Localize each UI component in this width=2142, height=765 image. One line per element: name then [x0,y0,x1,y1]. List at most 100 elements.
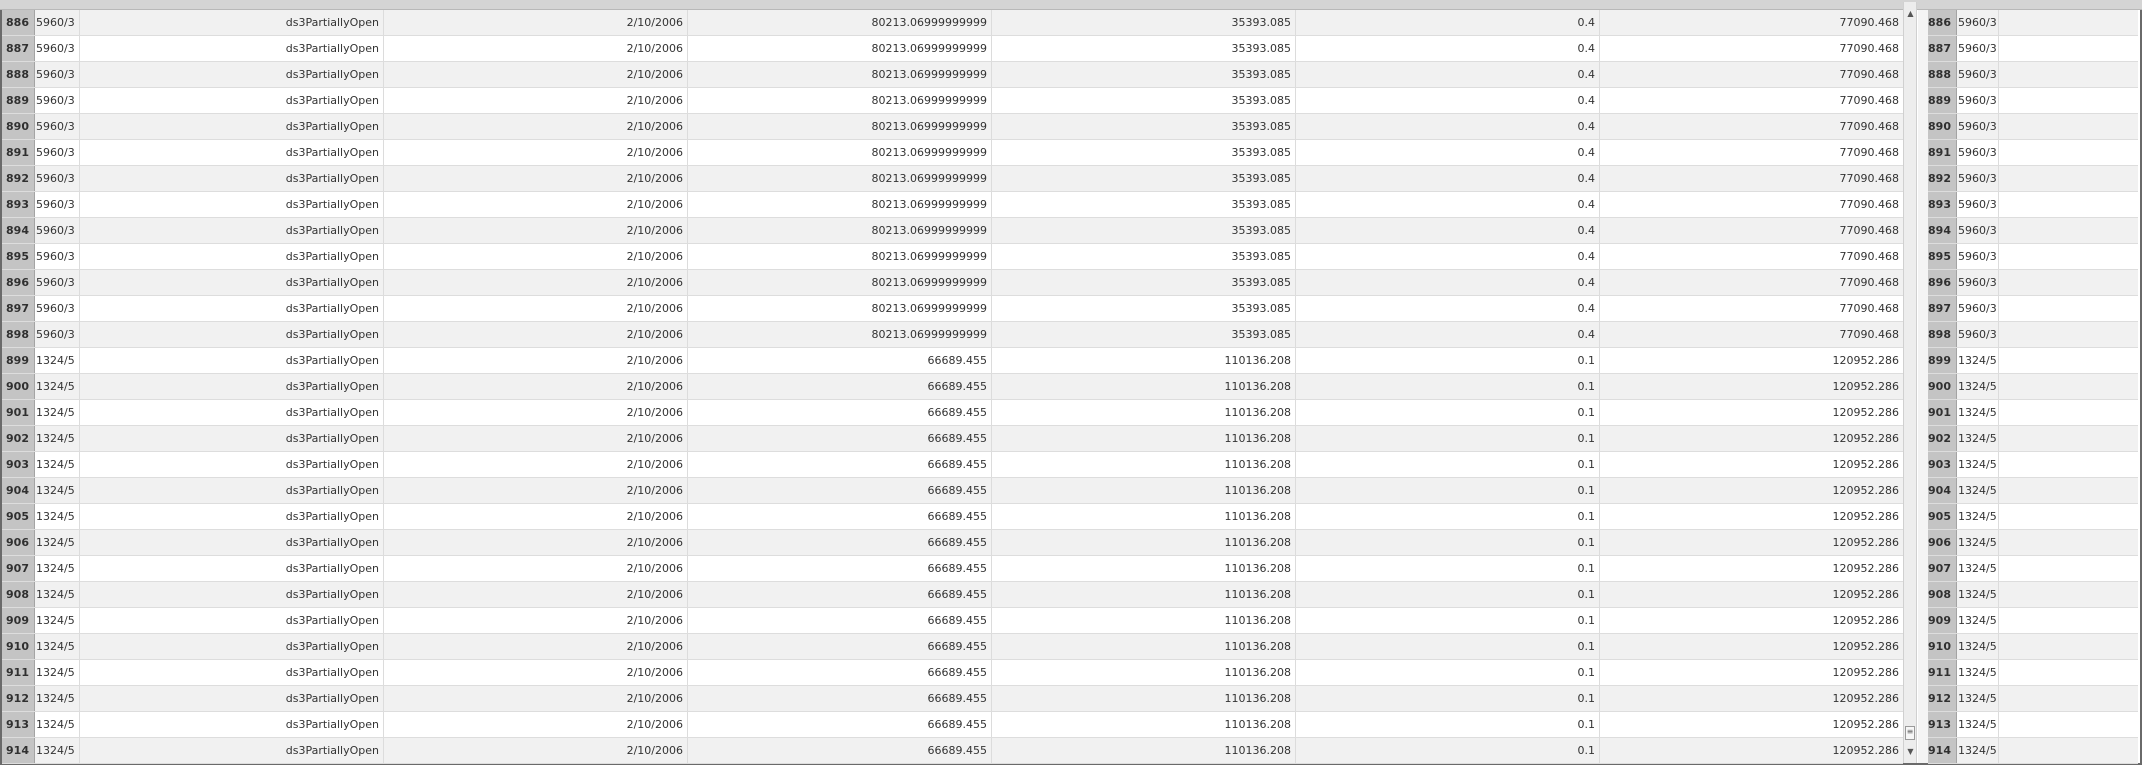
table-row[interactable]: 892 5960/3 [1928,166,2138,192]
value-cell-2[interactable]: 110136.208 [991,712,1295,737]
value-cell-2[interactable]: 110136.208 [991,504,1295,529]
table-row[interactable]: 905 1324/5 ds3PartiallyOpen 2/10/2006 66689.… [2,504,1903,530]
date-cell[interactable]: 2/10/2006 [383,608,687,633]
scroll-up-icon[interactable]: ▲ [1905,8,1916,20]
value-cell-3[interactable]: 0.1 [1295,478,1599,503]
status-cell[interactable]: ds3PartiallyOpen [79,296,383,321]
row-number[interactable]: 894 [2,218,35,243]
id-cell[interactable]: 5960/3 [35,36,79,61]
id-cell[interactable]: 1324/5 [35,634,79,659]
value-cell-3[interactable]: 0.4 [1295,140,1599,165]
status-cell[interactable]: ds3PartiallyOpen [79,140,383,165]
value-cell-3[interactable]: 0.4 [1295,88,1599,113]
id-cell[interactable]: 1324/5 [35,608,79,633]
row-number[interactable]: 904 [2,478,35,503]
row-number[interactable]: 892 [1928,166,1957,191]
id-cell[interactable]: 5960/3 [1957,10,1998,35]
id-cell[interactable]: 5960/3 [1957,218,1998,243]
row-number[interactable]: 899 [2,348,35,373]
value-cell-4[interactable]: 120952.286 [1599,504,1903,529]
status-cell[interactable]: ds3PartiallyOpen [79,114,383,139]
id-cell[interactable]: 1324/5 [35,478,79,503]
id-cell[interactable]: 5960/3 [1957,244,1998,269]
empty-cell[interactable] [1998,88,2138,113]
value-cell-3[interactable]: 0.1 [1295,426,1599,451]
table-row[interactable]: 886 5960/3 ds3PartiallyOpen 2/10/2006 80213.… [2,10,1903,36]
row-number[interactable]: 896 [2,270,35,295]
date-cell[interactable]: 2/10/2006 [383,270,687,295]
id-cell[interactable]: 1324/5 [35,530,79,555]
table-row[interactable]: 910 1324/5 [1928,634,2138,660]
value-cell-2[interactable]: 35393.085 [991,36,1295,61]
date-cell[interactable]: 2/10/2006 [383,192,687,217]
empty-cell[interactable] [1998,36,2138,61]
id-cell[interactable]: 1324/5 [35,504,79,529]
table-row[interactable]: 889 5960/3 ds3PartiallyOpen 2/10/2006 80213.… [2,88,1903,114]
value-cell-3[interactable]: 0.4 [1295,166,1599,191]
date-cell[interactable]: 2/10/2006 [383,140,687,165]
table-row[interactable]: 900 1324/5 [1928,374,2138,400]
value-cell-1[interactable]: 66689.455 [687,712,991,737]
value-cell-4[interactable]: 77090.468 [1599,322,1903,347]
value-cell-4[interactable]: 77090.468 [1599,296,1903,321]
table-row[interactable]: 899 1324/5 ds3PartiallyOpen 2/10/2006 66689.… [2,348,1903,374]
value-cell-1[interactable]: 66689.455 [687,400,991,425]
id-cell[interactable]: 1324/5 [1957,400,1998,425]
table-row[interactable]: 911 1324/5 [1928,660,2138,686]
id-cell[interactable]: 1324/5 [35,582,79,607]
id-cell[interactable]: 1324/5 [1957,452,1998,477]
table-row[interactable]: 914 1324/5 ds3PartiallyOpen 2/10/2006 66689.… [2,738,1903,764]
row-number[interactable]: 898 [2,322,35,347]
id-cell[interactable]: 5960/3 [1957,270,1998,295]
value-cell-4[interactable]: 77090.468 [1599,218,1903,243]
value-cell-2[interactable]: 35393.085 [991,166,1295,191]
value-cell-1[interactable]: 80213.06999999999 [687,140,991,165]
empty-cell[interactable] [1998,660,2138,685]
date-cell[interactable]: 2/10/2006 [383,452,687,477]
table-row[interactable]: 901 1324/5 ds3PartiallyOpen 2/10/2006 66689.… [2,400,1903,426]
status-cell[interactable]: ds3PartiallyOpen [79,88,383,113]
empty-cell[interactable] [1998,634,2138,659]
id-cell[interactable]: 1324/5 [35,660,79,685]
value-cell-2[interactable]: 35393.085 [991,218,1295,243]
value-cell-3[interactable]: 0.4 [1295,62,1599,87]
table-row[interactable]: 906 1324/5 [1928,530,2138,556]
value-cell-3[interactable]: 0.1 [1295,686,1599,711]
id-cell[interactable]: 1324/5 [35,452,79,477]
value-cell-2[interactable]: 110136.208 [991,686,1295,711]
empty-cell[interactable] [1998,348,2138,373]
row-number[interactable]: 889 [2,88,35,113]
value-cell-3[interactable]: 0.4 [1295,296,1599,321]
table-row[interactable]: 890 5960/3 [1928,114,2138,140]
value-cell-2[interactable]: 35393.085 [991,88,1295,113]
value-cell-3[interactable]: 0.1 [1295,452,1599,477]
table-row[interactable]: 897 5960/3 [1928,296,2138,322]
value-cell-1[interactable]: 66689.455 [687,582,991,607]
row-number[interactable]: 893 [2,192,35,217]
table-row[interactable]: 887 5960/3 [1928,36,2138,62]
status-cell[interactable]: ds3PartiallyOpen [79,582,383,607]
id-cell[interactable]: 5960/3 [35,10,79,35]
row-number[interactable]: 889 [1928,88,1957,113]
row-number[interactable]: 900 [1928,374,1957,399]
table-row[interactable]: 902 1324/5 [1928,426,2138,452]
date-cell[interactable]: 2/10/2006 [383,738,687,763]
id-cell[interactable]: 5960/3 [35,166,79,191]
value-cell-1[interactable]: 66689.455 [687,634,991,659]
value-cell-1[interactable]: 66689.455 [687,374,991,399]
value-cell-2[interactable]: 110136.208 [991,582,1295,607]
row-number[interactable]: 888 [1928,62,1957,87]
empty-cell[interactable] [1998,738,2138,763]
date-cell[interactable]: 2/10/2006 [383,530,687,555]
date-cell[interactable]: 2/10/2006 [383,10,687,35]
value-cell-1[interactable]: 80213.06999999999 [687,270,991,295]
value-cell-4[interactable]: 120952.286 [1599,712,1903,737]
row-number[interactable]: 887 [1928,36,1957,61]
status-cell[interactable]: ds3PartiallyOpen [79,270,383,295]
table-row[interactable]: 902 1324/5 ds3PartiallyOpen 2/10/2006 66689.… [2,426,1903,452]
row-number[interactable]: 898 [1928,322,1957,347]
id-cell[interactable]: 1324/5 [1957,504,1998,529]
value-cell-3[interactable]: 0.1 [1295,504,1599,529]
id-cell[interactable]: 5960/3 [35,218,79,243]
table-row[interactable]: 910 1324/5 ds3PartiallyOpen 2/10/2006 66689.… [2,634,1903,660]
